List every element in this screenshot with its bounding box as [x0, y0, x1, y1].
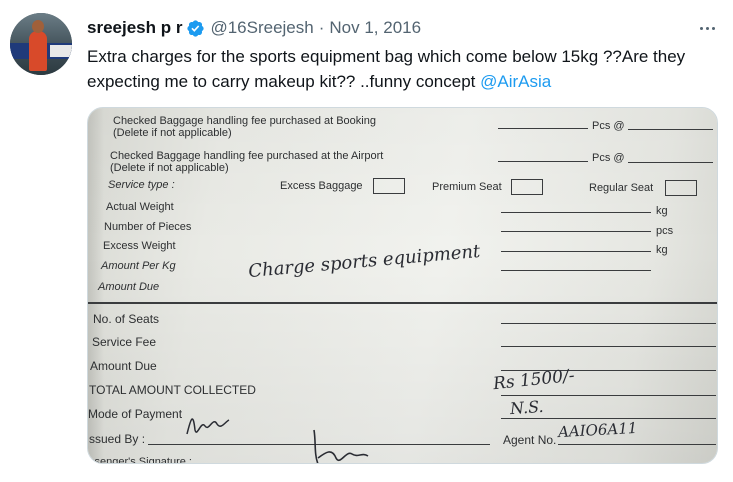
- receipt-total-amount: TOTAL AMOUNT COLLECTED: [89, 383, 256, 397]
- receipt-amount-due: Amount Due: [98, 281, 160, 293]
- tweet-card[interactable]: sreejesh p r @16Sreejesh · Nov 1, 2016 E…: [0, 0, 733, 482]
- unit-kg-2: kg: [656, 244, 668, 256]
- verified-badge-icon: [187, 19, 205, 37]
- receipt-mode-of-payment: Mode of Payment: [88, 407, 183, 421]
- tweet-date[interactable]: Nov 1, 2016: [329, 18, 421, 38]
- handwritten-initials-1: [186, 418, 230, 435]
- tweet-text-body: Extra charges for the sports equipment b…: [87, 47, 686, 91]
- unit-kg-1: kg: [656, 205, 668, 217]
- receipt-no-of-seats: No. of Seats: [93, 312, 160, 326]
- receipt-agent-no: Agent No.: [503, 433, 557, 447]
- premium-seat-checkbox: [511, 179, 543, 195]
- receipt-service-fee: Service Fee: [92, 335, 157, 349]
- unit-pcs: pcs: [656, 225, 674, 237]
- receipt-passenger-signature: ssenger's Signature :: [89, 456, 192, 464]
- receipt-service-type: Service type :: [108, 179, 175, 191]
- tweet-photo[interactable]: Checked Baggage handling fee purchased a…: [87, 107, 718, 464]
- receipt-line1b: (Delete if not applicable): [113, 127, 232, 139]
- receipt-issued-by: ssued By :: [89, 432, 146, 446]
- receipt-premium-seat: Premium Seat: [432, 181, 502, 193]
- receipt-line2a: Checked Baggage handling fee purchased a…: [110, 150, 384, 162]
- receipt-amount-due-2: Amount Due: [90, 359, 157, 373]
- display-name[interactable]: sreejesh p r: [87, 18, 182, 38]
- receipt-actual-weight: Actual Weight: [106, 201, 174, 213]
- receipt-number-of-pieces: Number of Pieces: [104, 221, 192, 233]
- more-options-icon[interactable]: [695, 18, 719, 38]
- tweet-header: sreejesh p r @16Sreejesh · Nov 1, 2016: [87, 17, 421, 39]
- user-avatar[interactable]: [10, 13, 72, 75]
- receipt-pcs2: Pcs @: [592, 152, 625, 164]
- separator-dot: ·: [318, 18, 325, 37]
- handwritten-payment: N.S.: [509, 396, 545, 419]
- handwritten-signature: [313, 429, 369, 463]
- receipt-regular-seat: Regular Seat: [589, 182, 654, 194]
- excess-baggage-checkbox: [373, 178, 405, 194]
- mention-link[interactable]: @AirAsia: [480, 72, 551, 91]
- tweet-text: Extra charges for the sports equipment b…: [87, 44, 727, 94]
- receipt-line2b: (Delete if not applicable): [110, 162, 229, 174]
- user-handle[interactable]: @16Sreejesh: [210, 18, 313, 38]
- receipt-pcs1: Pcs @: [592, 120, 625, 132]
- receipt-excess-baggage: Excess Baggage: [280, 180, 363, 192]
- receipt-amount-per-kg: Amount Per Kg: [101, 260, 176, 272]
- receipt-excess-weight: Excess Weight: [103, 240, 176, 252]
- receipt-line1a: Checked Baggage handling fee purchased a…: [113, 115, 376, 127]
- regular-seat-checkbox: [665, 180, 697, 196]
